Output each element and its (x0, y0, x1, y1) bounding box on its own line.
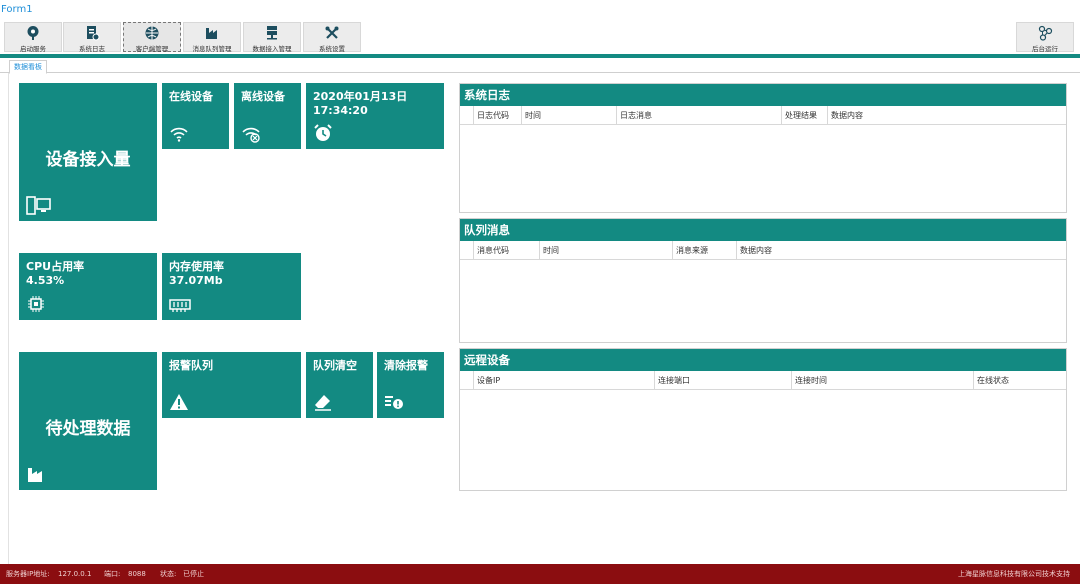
server-icon (264, 25, 280, 41)
queue-message-title: 队列消息 (460, 219, 1066, 241)
globe-icon (144, 25, 160, 41)
system-settings-button[interactable]: 系统设置 (303, 22, 361, 53)
system-log-title: 系统日志 (460, 84, 1066, 106)
status-bar: 服务器IP地址: 127.0.0.1 端口: 8088 状态: 已停止 上海星脉… (0, 564, 1080, 584)
alarm-queue-title: 报警队列 (169, 359, 213, 372)
share-icon (1037, 25, 1053, 41)
client-manage-button[interactable]: 客户端管理 (123, 22, 181, 53)
data-access-label: 数据接入管理 (252, 45, 292, 53)
cpu-tile: CPU占用率 4.53% (19, 253, 157, 320)
column-header[interactable]: 时间 (521, 106, 616, 125)
memory-tile: 内存使用率 37.07Mb (162, 253, 301, 320)
server-ip-value: 127.0.0.1 (58, 570, 92, 578)
column-header[interactable]: 设备IP (473, 371, 654, 390)
system-log-panel: 系统日志 日志代码 时间 日志消息 处理结果 数据内容 (459, 83, 1067, 213)
remote-device-header: 设备IP 连接端口 连接时间 在线状态 (460, 371, 1066, 390)
clear-alarm-title: 清除报警 (384, 359, 428, 372)
queue-message-panel: 队列消息 消息代码 时间 消息来源 数据内容 (459, 218, 1067, 343)
title-bar: Form1 (0, 0, 1080, 20)
factory-icon (26, 464, 46, 484)
alarm-list-icon (384, 392, 404, 412)
device-access-tile: 设备接入量 (19, 83, 157, 221)
server-ip-label: 服务器IP地址: (6, 570, 50, 578)
port-value: 8088 (128, 570, 146, 578)
offline-devices-title: 离线设备 (241, 90, 285, 103)
window-title: Form1 (1, 4, 33, 15)
queue-manage-label: 消息队列管理 (192, 45, 232, 53)
client-manage-label: 客户端管理 (135, 45, 169, 53)
eraser-icon (313, 392, 333, 412)
device-access-title: 设备接入量 (45, 150, 131, 170)
column-header[interactable]: 日志消息 (616, 106, 781, 125)
background-run-label: 后台运行 (1032, 45, 1058, 53)
queue-message-header: 消息代码 时间 消息来源 数据内容 (460, 241, 1066, 260)
offline-devices-tile[interactable]: 离线设备 (234, 83, 301, 149)
column-header[interactable]: 连接端口 (654, 371, 791, 390)
cpu-value: 4.53% (26, 274, 65, 287)
column-header[interactable]: 消息代码 (473, 241, 539, 260)
column-header[interactable]: 日志代码 (473, 106, 521, 125)
chip-icon (26, 294, 46, 314)
warning-icon (169, 392, 189, 412)
pending-data-tile: 待处理数据 (19, 352, 157, 490)
queue-clear-title: 队列清空 (313, 359, 357, 372)
log-icon (84, 25, 100, 41)
state-label: 状态: (160, 570, 177, 578)
state-value: 已停止 (183, 570, 204, 578)
column-header[interactable]: 消息来源 (672, 241, 736, 260)
remote-device-panel: 远程设备 设备IP 连接端口 连接时间 在线状态 (459, 348, 1067, 491)
current-date: 2020年01月13日 (313, 90, 408, 103)
pin-icon (25, 25, 41, 41)
datetime-tile: 2020年01月13日 17:34:20 (306, 83, 444, 149)
current-time: 17:34:20 (313, 104, 368, 117)
tab-dashboard[interactable]: 数据看板 (9, 60, 47, 74)
data-access-button[interactable]: 数据接入管理 (243, 22, 301, 53)
port-label: 端口: (104, 570, 121, 578)
tab-bar: 数据看板 (0, 58, 1080, 74)
start-service-button[interactable]: 启动服务 (4, 22, 62, 53)
alarm-queue-tile[interactable]: 报警队列 (162, 352, 301, 418)
memory-value: 37.07Mb (169, 274, 223, 287)
start-service-label: 启动服务 (20, 45, 46, 53)
system-log-label: 系统日志 (79, 45, 105, 53)
wifi-off-icon (241, 123, 261, 143)
system-log-header: 日志代码 时间 日志消息 处理结果 数据内容 (460, 106, 1066, 125)
support-text: 上海星脉信息科技有限公司技术支持 (958, 570, 1070, 578)
column-header[interactable]: 处理结果 (781, 106, 827, 125)
clear-alarm-tile[interactable]: 清除报警 (377, 352, 444, 418)
toolbar: 启动服务 系统日志 客户端管理 消息队列管理 数据接入管理 系统设置 后台运行 (0, 20, 1080, 54)
tools-icon (324, 25, 340, 41)
column-header[interactable]: 时间 (539, 241, 672, 260)
memory-title: 内存使用率 (169, 260, 224, 273)
pending-data-title: 待处理数据 (45, 419, 131, 439)
devices-icon (26, 195, 51, 215)
online-devices-tile[interactable]: 在线设备 (162, 83, 229, 149)
system-log-button[interactable]: 系统日志 (63, 22, 121, 53)
column-header[interactable]: 数据内容 (827, 106, 1067, 125)
background-run-button[interactable]: 后台运行 (1016, 22, 1074, 53)
factory-icon (204, 25, 220, 41)
queue-manage-button[interactable]: 消息队列管理 (183, 22, 241, 53)
system-settings-label: 系统设置 (319, 45, 345, 53)
column-header[interactable]: 连接时间 (791, 371, 973, 390)
cpu-title: CPU占用率 (26, 260, 85, 273)
column-header[interactable]: 在线状态 (973, 371, 1067, 390)
queue-clear-tile[interactable]: 队列清空 (306, 352, 373, 418)
column-header[interactable]: 数据内容 (736, 241, 1067, 260)
memory-icon (169, 294, 191, 314)
online-devices-title: 在线设备 (169, 90, 213, 103)
wifi-icon (169, 123, 189, 143)
alarm-clock-icon (313, 123, 333, 143)
remote-device-title: 远程设备 (460, 349, 1066, 371)
